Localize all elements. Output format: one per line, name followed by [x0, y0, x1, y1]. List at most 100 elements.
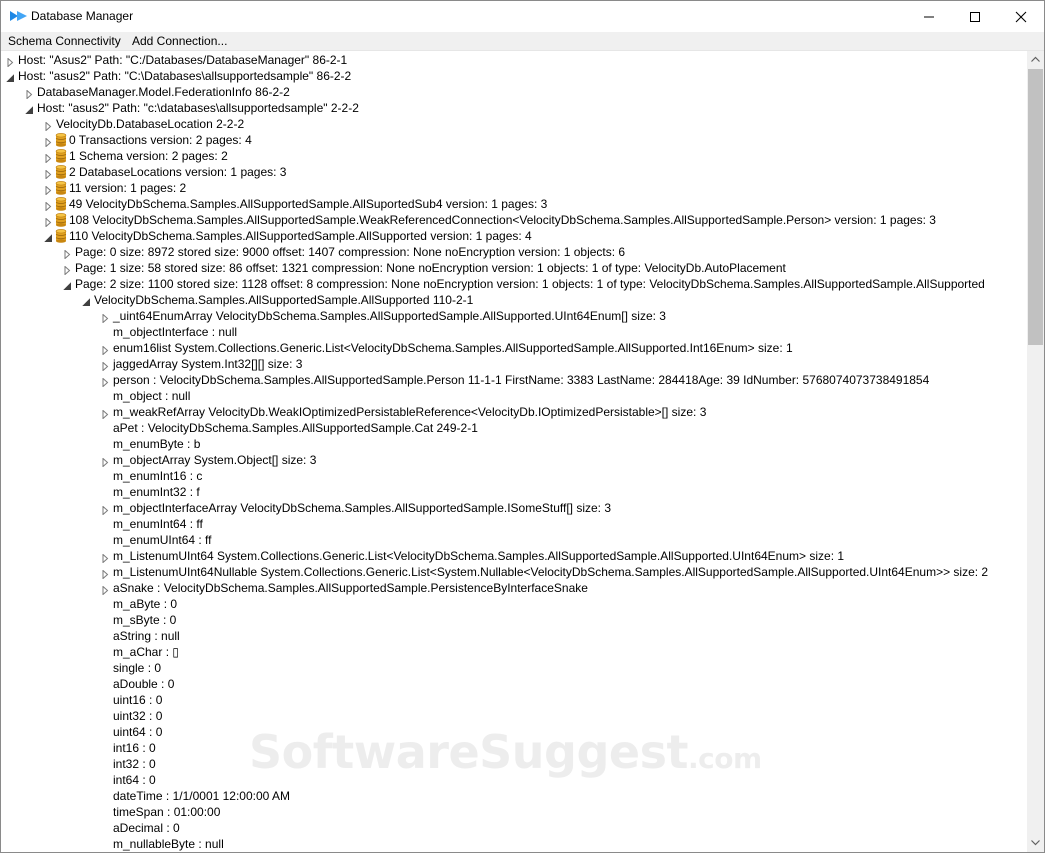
maximize-button[interactable]: [952, 1, 998, 32]
tree-expanded-arrow-icon[interactable]: [6, 71, 15, 82]
tree-node-label: m_enumByte : b: [113, 437, 201, 451]
tree-collapsed-arrow-icon[interactable]: [63, 263, 72, 276]
close-button[interactable]: [998, 1, 1044, 32]
tree-collapsed-arrow-icon[interactable]: [63, 247, 72, 260]
tree-collapsed-arrow-icon[interactable]: [101, 359, 110, 372]
tree-node-label: m_objectInterface : null: [113, 325, 238, 339]
tree-node[interactable]: Host: "asus2" Path: "C:\Databases\allsup…: [6, 68, 1027, 84]
tree-collapsed-arrow-icon[interactable]: [101, 375, 110, 388]
database-cylinder-icon: [55, 197, 67, 211]
tree-node[interactable]: m_objectArray System.Object[] size: 3: [101, 452, 1027, 468]
tree-node[interactable]: m_enumInt64 : ff: [101, 516, 1027, 532]
tree-node[interactable]: m_objectInterfaceArray VelocityDbSchema.…: [101, 500, 1027, 516]
tree-node[interactable]: VelocityDbSchema.Samples.AllSupportedSam…: [82, 292, 1027, 308]
tree-collapsed-arrow-icon[interactable]: [101, 567, 110, 580]
tree-node[interactable]: uint32 : 0: [101, 708, 1027, 724]
tree-node[interactable]: Page: 1 size: 58 stored size: 86 offset:…: [63, 260, 1027, 276]
menu-bar: Schema Connectivity Add Connection...: [1, 32, 1044, 51]
tree-node-label: uint16 : 0: [113, 693, 163, 707]
tree-node-label: _uint64EnumArray VelocityDbSchema.Sample…: [113, 309, 666, 323]
tree-node[interactable]: aString : null: [101, 628, 1027, 644]
tree-node[interactable]: aDecimal : 0: [101, 820, 1027, 836]
menu-schema-connectivity[interactable]: Schema Connectivity: [8, 34, 121, 48]
minimize-button[interactable]: [906, 1, 952, 32]
tree-collapsed-arrow-icon[interactable]: [44, 215, 53, 228]
scrollbar-thumb[interactable]: [1028, 69, 1043, 345]
tree-node[interactable]: single : 0: [101, 660, 1027, 676]
tree-expanded-arrow-icon[interactable]: [63, 279, 72, 290]
tree-node-label: Page: 1 size: 58 stored size: 86 offset:…: [75, 261, 786, 275]
tree-node[interactable]: enum16list System.Collections.Generic.Li…: [101, 340, 1027, 356]
tree-node-database[interactable]: 110 VelocityDbSchema.Samples.AllSupporte…: [44, 228, 1027, 244]
scroll-down-button[interactable]: [1027, 835, 1044, 852]
tree-node[interactable]: m_aByte : 0: [101, 596, 1027, 612]
tree-node[interactable]: person : VelocityDbSchema.Samples.AllSup…: [101, 372, 1027, 388]
tree-node[interactable]: DatabaseManager.Model.FederationInfo 86-…: [25, 84, 1027, 100]
tree-expanded-arrow-icon[interactable]: [44, 231, 53, 242]
tree-expanded-arrow-icon[interactable]: [82, 295, 91, 306]
tree-collapsed-arrow-icon[interactable]: [101, 551, 110, 564]
tree-node[interactable]: m_object : null: [101, 388, 1027, 404]
tree-collapsed-arrow-icon[interactable]: [101, 311, 110, 324]
tree-node-label: Host: "asus2" Path: "C:\Databases\allsup…: [18, 69, 352, 83]
tree-node[interactable]: m_ListenumUInt64 System.Collections.Gene…: [101, 548, 1027, 564]
tree-expanded-arrow-icon[interactable]: [25, 103, 34, 114]
tree-node[interactable]: Page: 0 size: 8972 stored size: 9000 off…: [63, 244, 1027, 260]
tree-node-database[interactable]: 108 VelocityDbSchema.Samples.AllSupporte…: [44, 212, 1027, 228]
tree-node[interactable]: m_enumByte : b: [101, 436, 1027, 452]
tree-node-label: 49 VelocityDbSchema.Samples.AllSupported…: [69, 197, 548, 211]
tree-node-database[interactable]: 0 Transactions version: 2 pages: 4: [44, 132, 1027, 148]
tree-node[interactable]: aPet : VelocityDbSchema.Samples.AllSuppo…: [101, 420, 1027, 436]
tree-node-database[interactable]: 2 DatabaseLocations version: 1 pages: 3: [44, 164, 1027, 180]
tree-node[interactable]: timeSpan : 01:00:00: [101, 804, 1027, 820]
tree-node[interactable]: m_weakRefArray VelocityDb.WeakIOptimized…: [101, 404, 1027, 420]
tree-node[interactable]: aSnake : VelocityDbSchema.Samples.AllSup…: [101, 580, 1027, 596]
vertical-scrollbar[interactable]: [1027, 51, 1044, 852]
tree-node-database[interactable]: 49 VelocityDbSchema.Samples.AllSupported…: [44, 196, 1027, 212]
tree-node-label: m_enumInt32 : f: [113, 485, 200, 499]
tree-collapsed-arrow-icon[interactable]: [101, 583, 110, 596]
tree-collapsed-arrow-icon[interactable]: [44, 167, 53, 180]
title-bar[interactable]: Database Manager: [1, 1, 1044, 32]
tree-node[interactable]: m_ListenumUInt64Nullable System.Collecti…: [101, 564, 1027, 580]
tree-node[interactable]: jaggedArray System.Int32[][] size: 3: [101, 356, 1027, 372]
tree-node[interactable]: Page: 2 size: 1100 stored size: 1128 off…: [63, 276, 1027, 292]
tree-node[interactable]: VelocityDb.DatabaseLocation 2-2-2: [44, 116, 1027, 132]
tree-node[interactable]: m_sByte : 0: [101, 612, 1027, 628]
tree-collapsed-arrow-icon[interactable]: [101, 343, 110, 356]
tree-node[interactable]: Host: "Asus2" Path: "C:/Databases/Databa…: [6, 52, 1027, 68]
tree-node-label: Page: 0 size: 8972 stored size: 9000 off…: [75, 245, 626, 259]
database-cylinder-icon: [55, 181, 67, 195]
tree-node[interactable]: m_enumInt16 : c: [101, 468, 1027, 484]
tree-node[interactable]: Host: "asus2" Path: "c:\databases\allsup…: [25, 100, 1027, 116]
watermark: SoftwareSuggest.com: [249, 725, 762, 779]
tree-collapsed-arrow-icon[interactable]: [101, 455, 110, 468]
tree-node-label: int64 : 0: [113, 773, 156, 787]
tree-node-label: m_ListenumUInt64 System.Collections.Gene…: [113, 549, 845, 563]
tree-node[interactable]: m_nullableByte : null: [101, 836, 1027, 852]
scroll-up-button[interactable]: [1027, 51, 1044, 68]
tree-collapsed-arrow-icon[interactable]: [101, 503, 110, 516]
tree-node[interactable]: _uint64EnumArray VelocityDbSchema.Sample…: [101, 308, 1027, 324]
tree-node-database[interactable]: 11 version: 1 pages: 2: [44, 180, 1027, 196]
tree-node[interactable]: m_aChar : ▯: [101, 644, 1027, 660]
tree-collapsed-arrow-icon[interactable]: [44, 119, 53, 132]
tree-node[interactable]: aDouble : 0: [101, 676, 1027, 692]
maximize-icon: [970, 12, 980, 22]
tree-node[interactable]: m_enumUInt64 : ff: [101, 532, 1027, 548]
tree-node-label: person : VelocityDbSchema.Samples.AllSup…: [113, 373, 930, 387]
tree-collapsed-arrow-icon[interactable]: [44, 151, 53, 164]
tree-collapsed-arrow-icon[interactable]: [44, 199, 53, 212]
tree-node[interactable]: m_objectInterface : null: [101, 324, 1027, 340]
tree-node-database[interactable]: 1 Schema version: 2 pages: 2: [44, 148, 1027, 164]
tree-collapsed-arrow-icon[interactable]: [101, 407, 110, 420]
chevron-down-icon: [1031, 840, 1040, 846]
tree-node[interactable]: uint16 : 0: [101, 692, 1027, 708]
tree-collapsed-arrow-icon[interactable]: [44, 183, 53, 196]
tree-collapsed-arrow-icon[interactable]: [6, 55, 15, 68]
tree-collapsed-arrow-icon[interactable]: [25, 87, 34, 100]
menu-add-connection[interactable]: Add Connection...: [132, 34, 227, 48]
tree-node[interactable]: m_enumInt32 : f: [101, 484, 1027, 500]
tree-collapsed-arrow-icon[interactable]: [44, 135, 53, 148]
tree-node[interactable]: dateTime : 1/1/0001 12:00:00 AM: [101, 788, 1027, 804]
